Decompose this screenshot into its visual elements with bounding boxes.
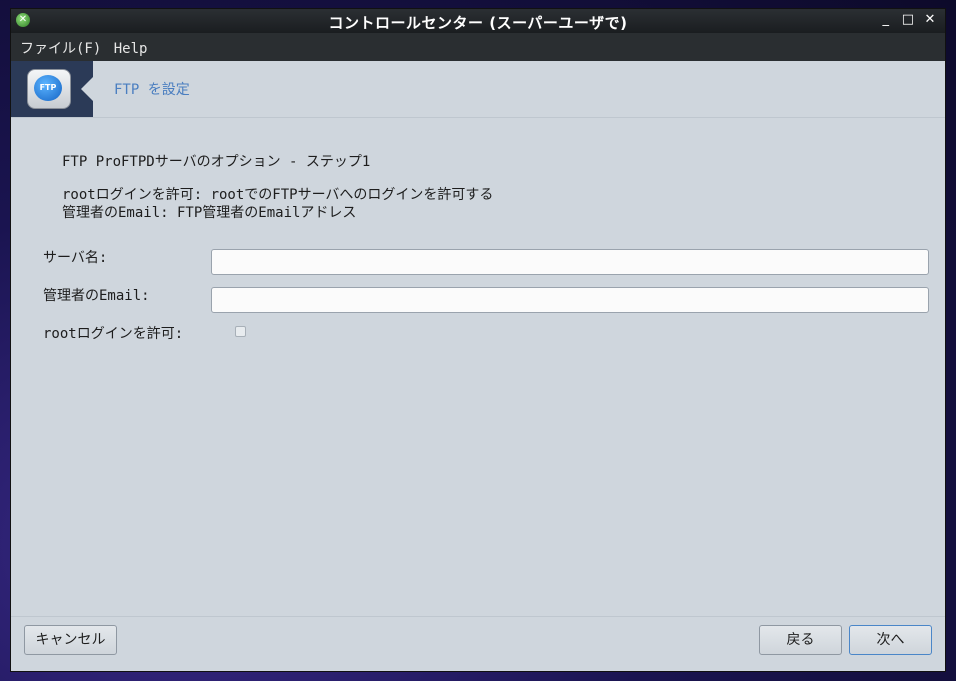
control-center-window: ✕ コントロールセンター (スーパーユーザで) _ □ ✕ ファイル(F) He… (10, 8, 946, 672)
ftp-icon: FTP (27, 69, 71, 109)
banner-arrow (81, 77, 93, 101)
step-heading: FTP ProFTPDサーバのオプション - ステップ1 (62, 154, 371, 170)
cancel-button[interactable]: キャンセル (24, 625, 117, 655)
back-button[interactable]: 戻る (759, 625, 842, 655)
admin-email-label: 管理者のEmail: (43, 288, 150, 304)
title-bar: ✕ コントロールセンター (スーパーユーザで) _ □ ✕ (11, 9, 945, 33)
footer-divider (11, 616, 945, 617)
menu-bar: ファイル(F) Help (11, 33, 945, 61)
next-button[interactable]: 次へ (849, 625, 932, 655)
window-controls: _ □ ✕ (877, 12, 939, 27)
menu-help[interactable]: Help (114, 41, 148, 57)
menu-file[interactable]: ファイル(F) (20, 38, 101, 58)
banner-icon-box: FTP (11, 61, 93, 117)
page-title: FTP を設定 (114, 82, 190, 98)
minimize-icon[interactable]: _ (877, 12, 895, 27)
description-root: rootログインを許可: rootでのFTPサーバへのログインを許可する (62, 187, 494, 203)
maximize-icon[interactable]: □ (899, 12, 917, 27)
description-email: 管理者のEmail: FTP管理者のEmailアドレス (62, 205, 357, 221)
ftp-icon-label: FTP (34, 75, 62, 101)
page-banner: FTP FTP を設定 (11, 61, 945, 118)
allow-root-label: rootログインを許可: (43, 326, 184, 342)
server-name-input[interactable] (211, 249, 929, 275)
allow-root-checkbox[interactable] (235, 326, 246, 337)
admin-email-input[interactable] (211, 287, 929, 313)
window-title: コントロールセンター (スーパーユーザで) (328, 14, 628, 32)
close-icon[interactable]: ✕ (921, 12, 939, 27)
server-name-label: サーバ名: (43, 250, 108, 266)
